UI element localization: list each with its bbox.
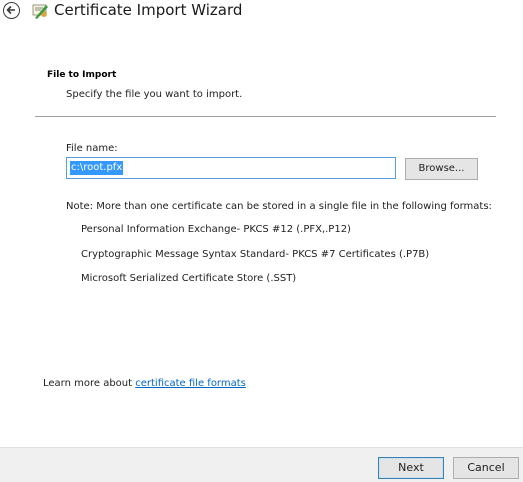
file-name-input[interactable]: c:\root.pfx: [66, 157, 396, 179]
format-item: Personal Information Exchange- PKCS #12 …: [81, 224, 351, 235]
certificate-file-formats-link[interactable]: certificate file formats: [135, 378, 246, 389]
browse-button[interactable]: Browse...: [405, 158, 478, 180]
title-bar: Certificate Import Wizard: [0, 0, 523, 24]
learn-more-prefix: Learn more about: [43, 378, 136, 389]
cancel-button[interactable]: Cancel: [453, 457, 519, 479]
certificate-icon: [32, 4, 48, 19]
section-subtitle: Specify the file you want to import.: [66, 89, 243, 100]
section-title: File to Import: [47, 70, 117, 80]
back-button[interactable]: [3, 2, 20, 19]
formats-note: Note: More than one certificate can be s…: [66, 201, 492, 212]
learn-more: Learn more about certificate file format…: [43, 378, 246, 389]
format-item: Cryptographic Message Syntax Standard- P…: [81, 249, 430, 260]
footer-bar: Next Cancel: [0, 447, 523, 482]
window-title: Certificate Import Wizard: [54, 1, 243, 19]
divider: [35, 116, 496, 117]
format-item: Microsoft Serialized Certificate Store (…: [81, 273, 297, 284]
next-button[interactable]: Next: [378, 457, 444, 479]
back-arrow-icon: [6, 5, 15, 15]
file-name-label: File name:: [66, 143, 118, 154]
file-name-value: c:\root.pfx: [70, 161, 124, 175]
